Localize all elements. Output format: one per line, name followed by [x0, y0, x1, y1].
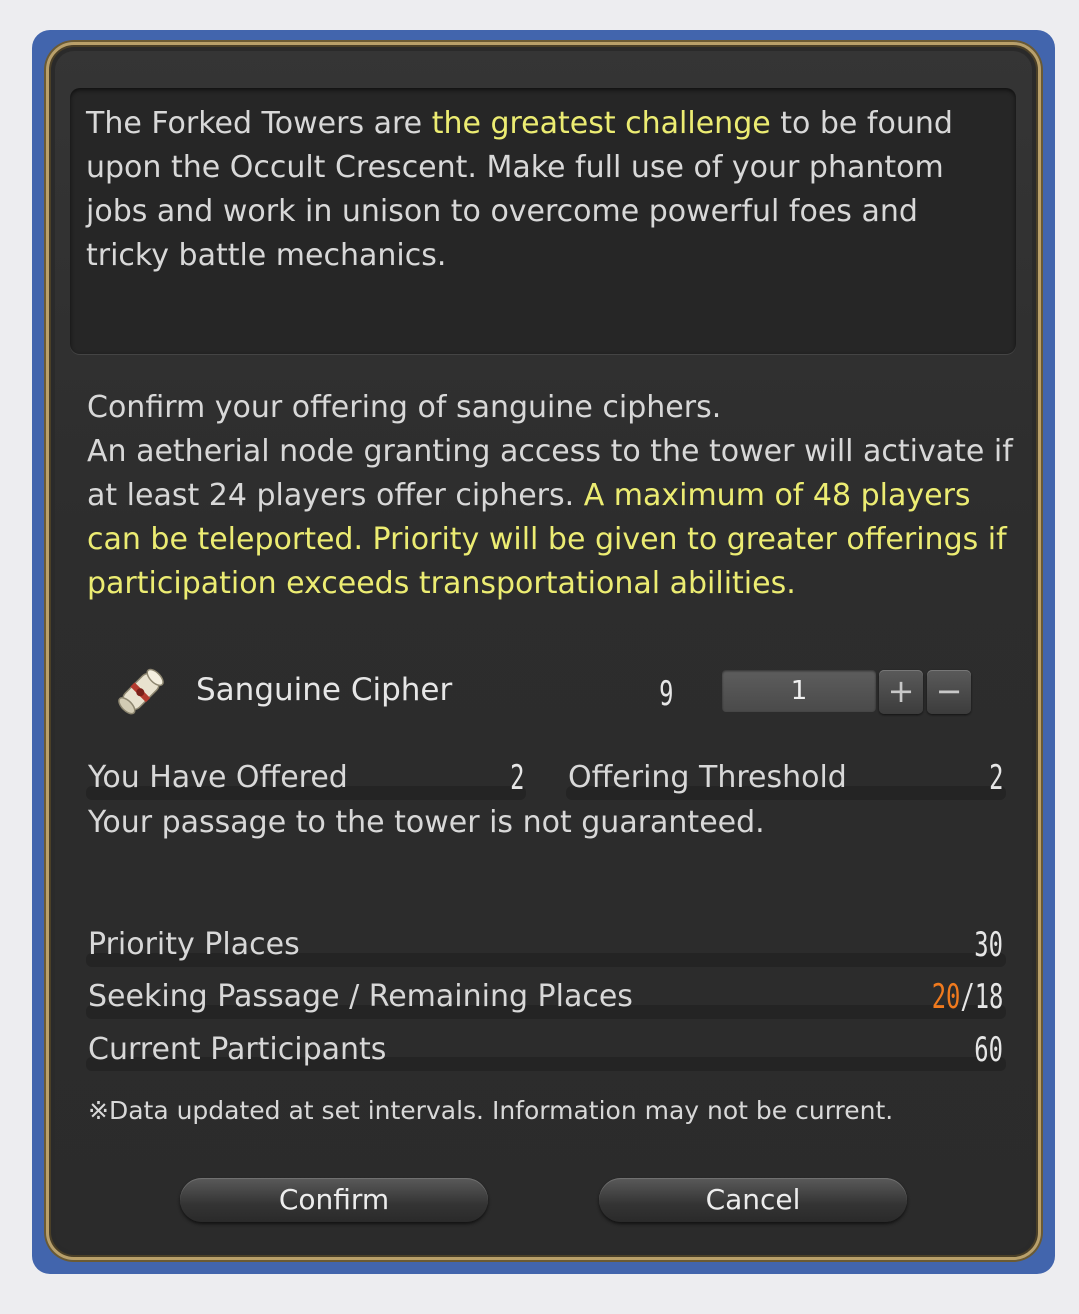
priority-value: 30 [974, 925, 1003, 965]
seeking-label: Seeking Passage / Remaining Places [88, 979, 633, 1014]
threshold-label: Offering Threshold [568, 760, 847, 795]
description-highlight: the greatest challenge [431, 106, 771, 141]
decrease-button[interactable]: − [927, 670, 971, 714]
cancel-button[interactable]: Cancel [599, 1178, 907, 1222]
participants-label: Current Participants [88, 1032, 387, 1067]
confirm-button[interactable]: Confirm [180, 1178, 488, 1222]
participants-value: 60 [974, 1030, 1003, 1070]
threshold-value: 2 [988, 758, 1003, 798]
item-row: Sanguine Cipher 9 1 + − [108, 660, 988, 726]
instructions-line1: Confirm your offering of sanguine cipher… [87, 390, 722, 425]
description-text: The Forked Towers are the greatest chall… [86, 106, 953, 273]
scroll-icon [108, 660, 174, 726]
item-owned-count: 9 [659, 674, 674, 714]
increase-button[interactable]: + [879, 670, 923, 714]
quantity-input[interactable]: 1 [722, 670, 876, 712]
priority-label: Priority Places [88, 927, 300, 962]
offered-label: You Have Offered [88, 760, 348, 795]
description-box: The Forked Towers are the greatest chall… [70, 88, 1016, 354]
remaining-count: /18 [960, 977, 1003, 1017]
offered-value: 2 [509, 758, 524, 798]
passage-status: Your passage to the tower is not guarant… [88, 805, 765, 840]
data-notice: ※Data updated at set intervals. Informat… [88, 1096, 894, 1125]
seeking-value: 20/18 [931, 977, 1003, 1017]
instructions-line2: An aetherial node granting access to the… [87, 434, 1013, 601]
instructions-text: Confirm your offering of sanguine cipher… [87, 386, 1017, 606]
seeking-count: 20 [931, 977, 961, 1017]
item-name: Sanguine Cipher [196, 672, 453, 708]
